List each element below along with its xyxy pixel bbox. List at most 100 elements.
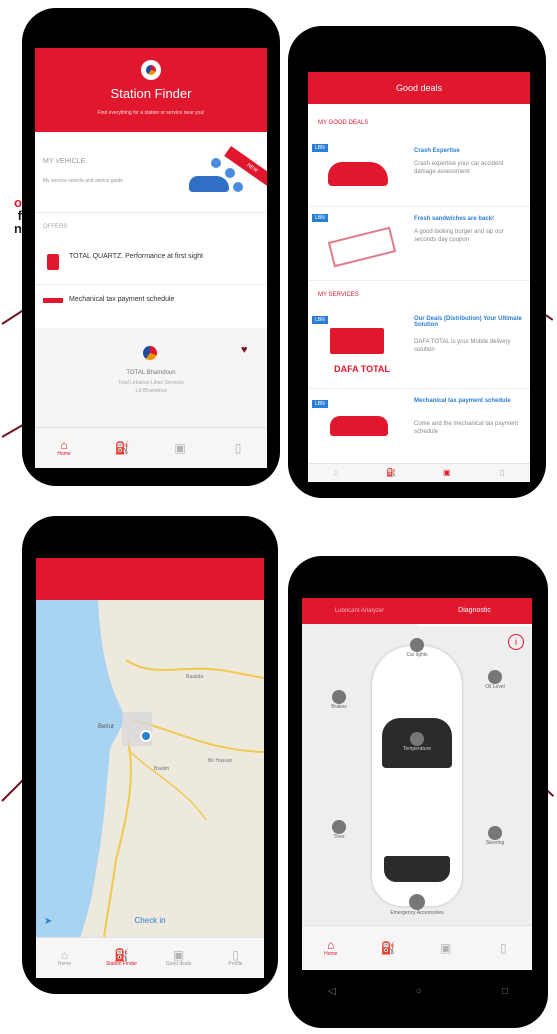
tab-home[interactable]: ⌂: [316, 456, 356, 482]
home-icon: ⌂: [60, 438, 68, 452]
deal-card-1[interactable]: LBN Crash Expertise Crash expertise your…: [308, 138, 530, 207]
tab-diagnostic[interactable]: Diagnostic: [417, 598, 532, 626]
part-tires[interactable]: Tires: [324, 820, 354, 840]
sandwich-ticket-icon: [327, 226, 397, 268]
station-finder-tabbar: ⌂ Home ⛽ ▣ ▯: [35, 427, 267, 468]
part-brakes[interactable]: Brakes: [324, 690, 354, 710]
part-temperature-label: Temperature: [402, 746, 432, 752]
vehicle-bubble-icon-3: [233, 182, 243, 192]
station-finder-header: Station Finder Find everything for a sta…: [35, 48, 267, 132]
back-nav-icon[interactable]: ◁: [328, 986, 336, 1002]
offer-tax-text: Mechanical tax payment schedule: [69, 296, 175, 303]
emergency-icon: [409, 894, 425, 910]
tab-home[interactable]: ⌂ Home: [311, 931, 351, 965]
location-dot-icon: [140, 730, 152, 742]
recents-nav-icon[interactable]: □: [502, 986, 508, 1002]
new-badge-label: NEW: [245, 162, 259, 174]
tab-home[interactable]: ⌂ Home: [45, 941, 85, 975]
good-deals-screen: Good deals MY GOOD DEALS LBN Crash Exper…: [308, 72, 530, 482]
part-temperature[interactable]: Temperature: [402, 732, 432, 752]
station-finder-screen: Station Finder Find everything for a sta…: [35, 48, 267, 468]
map-tabbar: ⌂ Home ⛽ Station Finder ▣ Good deals ▯ Profi…: [36, 937, 264, 978]
deal-card-3[interactable]: LBN DAFA TOTAL Our Deals (Distribution) …: [308, 308, 530, 389]
deal-badge-1: LBN: [312, 144, 328, 152]
vehicle-label: MY VEHICLE: [43, 158, 86, 165]
deal-badge-3: LBN: [312, 316, 328, 324]
deal-title-3: Our Deals (Distribution) Your Ultimate S…: [414, 316, 522, 328]
diagnostic-tabbar: ⌂ Home ⛽ ▣ ▯: [302, 925, 532, 970]
good-deals-title: Good deals: [395, 83, 443, 93]
tab-profile[interactable]: ▯: [483, 931, 523, 965]
tab-profile[interactable]: ▯ Profile: [216, 941, 256, 975]
brakes-icon: [332, 690, 346, 704]
part-tires-label: Tires: [333, 834, 345, 840]
car-icon: [189, 176, 229, 192]
deal-badge-2: LBN: [312, 214, 328, 222]
station-card[interactable]: ♥ TOTAL Bhamdoun Total Lebanon Liban Ser…: [35, 328, 267, 428]
part-car-lights[interactable]: Car lights: [402, 638, 432, 658]
tab-station-finder[interactable]: ⛽ Station Finder: [102, 941, 142, 975]
map-header: [36, 558, 264, 600]
phone-station-finder: Station Finder Find everything for a sta…: [22, 8, 280, 486]
part-car-lights-label: Car lights: [406, 652, 428, 658]
car-rear-window: [384, 856, 450, 882]
tab-good-deals[interactable]: ▣ Good deals: [159, 941, 199, 975]
temperature-icon: [410, 732, 424, 746]
deal-desc-3: DAFA TOTAL is your Mobile delivery solut…: [414, 339, 511, 353]
pump-icon: ⛽: [386, 468, 397, 477]
profile-icon: ▯: [499, 941, 507, 955]
map-sea: [36, 600, 264, 938]
tab-profile[interactable]: ▯: [218, 431, 258, 465]
deal-title-1: Crash Expertise: [414, 148, 460, 154]
tab-good-deals[interactable]: ▣: [426, 931, 466, 965]
deal-desc-1: Crash expertise your car accident damage…: [414, 161, 504, 175]
tab-good-deals[interactable]: ▣: [160, 431, 200, 465]
vehicle-desc: My service vehicle and advice guide: [43, 178, 124, 184]
phone-diagnostic: Lubricant Analyzer Diagnostic i Car ligh…: [288, 556, 548, 1028]
deal-card-2[interactable]: LBN Fresh sandwiches are back! A good lo…: [308, 206, 530, 281]
vehicle-bubble-icon-2: [225, 168, 235, 178]
tab-station-finder[interactable]: ⛽: [371, 456, 411, 482]
locate-me-icon[interactable]: ➤: [44, 916, 52, 927]
part-steering[interactable]: Steering: [480, 826, 510, 846]
truck-caption: DAFA TOTAL: [334, 364, 390, 374]
deal-title-2: Fresh sandwiches are back!: [414, 216, 495, 222]
home-icon: ⌂: [333, 468, 339, 477]
tab-home-label: Home: [57, 961, 72, 967]
check-in-button[interactable]: Check in: [120, 916, 180, 925]
part-oil-level-label: Oil Level: [485, 684, 505, 690]
tab-profile[interactable]: ▯: [482, 456, 522, 482]
good-deals-header: Good deals: [308, 72, 530, 104]
part-emergency[interactable]: Emergency Accessories: [382, 894, 452, 916]
tax-tag-icon: [43, 298, 63, 303]
map-view[interactable]: Beirut Baabda Bir Hassan Bsalim ➤ Check …: [36, 600, 264, 938]
offer-quartz-text: TOTAL QUARTZ. Performance at first sight: [69, 253, 203, 260]
map-label-bir-hassan: Bir Hassan: [208, 758, 233, 764]
part-oil-level[interactable]: Oil Level: [480, 670, 510, 690]
home-nav-icon[interactable]: ○: [416, 986, 422, 1002]
crash-car-icon: [328, 162, 388, 186]
my-vehicle-card[interactable]: MY VEHICLE My service vehicle and advice…: [35, 146, 267, 213]
pump-icon: ⛽: [380, 941, 396, 955]
info-icon[interactable]: i: [508, 634, 524, 650]
tab-good-deals[interactable]: ▣: [427, 456, 467, 482]
deals-icon: ▣: [440, 941, 452, 955]
favorite-heart-icon[interactable]: ♥: [241, 344, 248, 356]
tab-lubricant-analyzer[interactable]: Lubricant Analyzer: [302, 598, 417, 624]
deal-card-4[interactable]: LBN Mechanical tax payment schedule Come…: [308, 390, 530, 460]
map-label-beirut: Beirut: [98, 724, 114, 730]
side-text-line3: n: [14, 221, 22, 236]
tow-truck-icon: [330, 416, 388, 436]
offers-label: OFFERS: [43, 224, 68, 230]
deals-icon: ▣: [172, 948, 185, 962]
part-steering-label: Steering: [485, 840, 505, 846]
offer-item-quartz[interactable]: TOTAL QUARTZ. Performance at first sight: [35, 242, 267, 285]
offer-item-tax[interactable]: Mechanical tax payment schedule: [35, 286, 267, 316]
tab-station-finder[interactable]: ⛽: [368, 931, 408, 965]
station-logo-icon: [143, 346, 157, 360]
tab-home[interactable]: ⌂ Home: [44, 431, 84, 465]
tab-station-finder[interactable]: ⛽: [102, 431, 142, 465]
section-my-good-deals: MY GOOD DEALS: [318, 120, 369, 126]
map-label-baabda: Baabda: [186, 674, 204, 680]
deals-icon: ▣: [174, 441, 186, 455]
